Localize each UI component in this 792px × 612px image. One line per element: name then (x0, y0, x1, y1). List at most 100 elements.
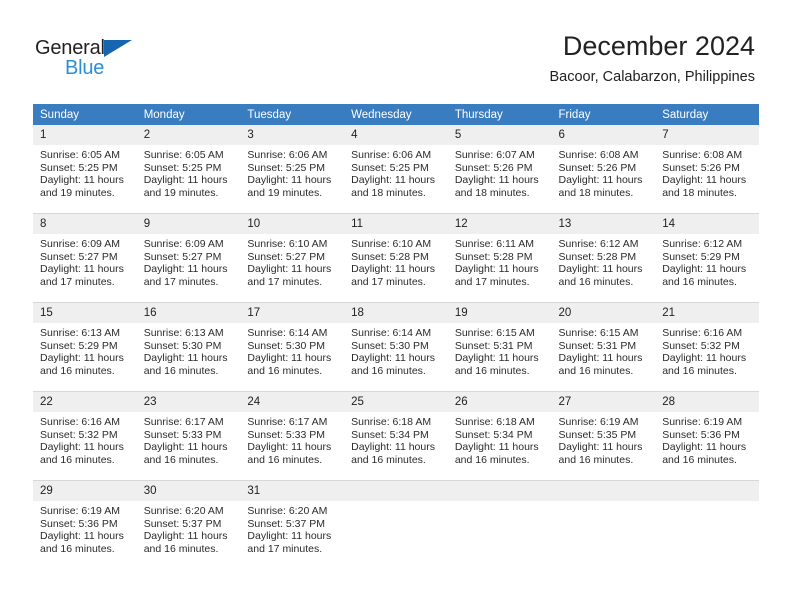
day-cell[interactable]: 6 Sunrise: 6:08 AM Sunset: 5:26 PM Dayli… (551, 125, 656, 214)
daylight-text-line1: Daylight: 11 hours (247, 263, 332, 276)
day-cell[interactable]: 17 Sunrise: 6:14 AM Sunset: 5:30 PM Dayl… (240, 302, 345, 392)
day-number: 29 (33, 481, 137, 501)
calendar-table: Sunday Monday Tuesday Wednesday Thursday… (33, 104, 759, 569)
day-cell[interactable]: 29 Sunrise: 6:19 AM Sunset: 5:36 PM Dayl… (33, 480, 137, 569)
day-cell[interactable]: 3 Sunrise: 6:06 AM Sunset: 5:25 PM Dayli… (240, 125, 345, 214)
logo-top-row: General (35, 36, 215, 60)
day-info: Sunrise: 6:09 AM Sunset: 5:27 PM Dayligh… (137, 234, 241, 288)
general-blue-logo[interactable]: General Blue (35, 36, 215, 86)
sunrise-text: Sunrise: 6:12 AM (558, 238, 639, 250)
day-cell[interactable]: 7 Sunrise: 6:08 AM Sunset: 5:26 PM Dayli… (655, 125, 759, 214)
day-number: 7 (655, 125, 759, 145)
day-number: 9 (136, 214, 241, 234)
day-cell[interactable]: 25 Sunrise: 6:18 AM Sunset: 5:34 PM Dayl… (344, 391, 448, 481)
day-cell[interactable]: 9 Sunrise: 6:09 AM Sunset: 5:27 PM Dayli… (136, 213, 241, 303)
day-number (344, 481, 448, 501)
day-cell[interactable]: 27 Sunrise: 6:19 AM Sunset: 5:35 PM Dayl… (551, 391, 656, 481)
day-cell[interactable]: 16 Sunrise: 6:13 AM Sunset: 5:30 PM Dayl… (136, 302, 241, 392)
sunset-text: Sunset: 5:34 PM (351, 428, 429, 441)
daylight-text-line1: Daylight: 11 hours (662, 174, 747, 187)
day-cell[interactable]: 4 Sunrise: 6:06 AM Sunset: 5:25 PM Dayli… (344, 125, 448, 214)
day-cell[interactable]: 11 Sunrise: 6:10 AM Sunset: 5:28 PM Dayl… (344, 213, 448, 303)
day-number: 16 (136, 303, 241, 323)
day-info: Sunrise: 6:20 AM Sunset: 5:37 PM Dayligh… (240, 501, 344, 555)
day-info: Sunrise: 6:05 AM Sunset: 5:25 PM Dayligh… (33, 145, 137, 199)
calendar-week-row: 29 Sunrise: 6:19 AM Sunset: 5:36 PM Dayl… (33, 480, 759, 569)
day-number: 1 (33, 125, 137, 145)
page-title: December 2024 (562, 31, 755, 61)
day-info: Sunrise: 6:19 AM Sunset: 5:36 PM Dayligh… (33, 501, 137, 555)
sunset-text: Sunset: 5:34 PM (454, 428, 533, 441)
daylight-text-line2: and 17 minutes. (454, 275, 530, 288)
day-info: Sunrise: 6:13 AM Sunset: 5:29 PM Dayligh… (33, 323, 137, 377)
day-cell[interactable]: 10 Sunrise: 6:10 AM Sunset: 5:27 PM Dayl… (240, 213, 345, 303)
day-cell[interactable]: 18 Sunrise: 6:14 AM Sunset: 5:30 PM Dayl… (344, 302, 448, 392)
sunset-text: Sunset: 5:30 PM (351, 339, 429, 352)
sunset-text: Sunset: 5:25 PM (351, 161, 429, 174)
day-number: 14 (655, 214, 759, 234)
day-cell[interactable]: 14 Sunrise: 6:12 AM Sunset: 5:29 PM Dayl… (655, 213, 759, 303)
day-cell[interactable]: 2 Sunrise: 6:05 AM Sunset: 5:25 PM Dayli… (136, 125, 241, 214)
sunset-text: Sunset: 5:25 PM (247, 161, 326, 174)
sunrise-text: Sunrise: 6:11 AM (454, 238, 534, 250)
sunrise-text: Sunrise: 6:19 AM (558, 416, 639, 428)
day-info: Sunrise: 6:11 AM Sunset: 5:28 PM Dayligh… (448, 234, 552, 288)
day-cell[interactable]: 30 Sunrise: 6:20 AM Sunset: 5:37 PM Dayl… (136, 480, 241, 569)
day-info: Sunrise: 6:18 AM Sunset: 5:34 PM Dayligh… (448, 412, 552, 466)
sunset-text: Sunset: 5:27 PM (40, 250, 118, 263)
day-cell[interactable]: 24 Sunrise: 6:17 AM Sunset: 5:33 PM Dayl… (240, 391, 345, 481)
logo-triangle-icon (104, 40, 132, 57)
daylight-text-line2: and 16 minutes. (40, 364, 115, 377)
day-cell[interactable]: 23 Sunrise: 6:17 AM Sunset: 5:33 PM Dayl… (136, 391, 241, 481)
day-info: Sunrise: 6:06 AM Sunset: 5:25 PM Dayligh… (240, 145, 344, 199)
day-number: 5 (447, 125, 552, 145)
day-cell[interactable]: 19 Sunrise: 6:15 AM Sunset: 5:31 PM Dayl… (447, 302, 552, 392)
daylight-text-line2: and 16 minutes. (558, 275, 634, 288)
daylight-text-line1: Daylight: 11 hours (247, 352, 332, 365)
sunrise-text: Sunrise: 6:13 AM (143, 327, 224, 339)
daylight-text-line2: and 16 minutes. (143, 453, 219, 466)
day-cell[interactable]: 26 Sunrise: 6:18 AM Sunset: 5:34 PM Dayl… (447, 391, 552, 481)
daylight-text-line1: Daylight: 11 hours (454, 174, 539, 187)
day-cell[interactable]: 28 Sunrise: 6:19 AM Sunset: 5:36 PM Dayl… (655, 391, 759, 481)
day-info: Sunrise: 6:05 AM Sunset: 5:25 PM Dayligh… (137, 145, 241, 199)
day-cell-empty (551, 480, 656, 569)
daylight-text-line1: Daylight: 11 hours (40, 352, 124, 365)
daylight-text-line1: Daylight: 11 hours (558, 441, 643, 454)
daylight-text-line2: and 17 minutes. (143, 275, 219, 288)
day-cell[interactable]: 21 Sunrise: 6:16 AM Sunset: 5:32 PM Dayl… (655, 302, 759, 392)
sunrise-text: Sunrise: 6:05 AM (143, 149, 224, 161)
day-cell[interactable]: 5 Sunrise: 6:07 AM Sunset: 5:26 PM Dayli… (447, 125, 552, 214)
sunrise-text: Sunrise: 6:10 AM (351, 238, 432, 250)
day-cell[interactable]: 12 Sunrise: 6:11 AM Sunset: 5:28 PM Dayl… (447, 213, 552, 303)
day-cell[interactable]: 22 Sunrise: 6:16 AM Sunset: 5:32 PM Dayl… (33, 391, 137, 481)
weekday-header-monday: Monday (136, 104, 241, 125)
day-cell[interactable]: 20 Sunrise: 6:15 AM Sunset: 5:31 PM Dayl… (551, 302, 656, 392)
daylight-text-line2: and 17 minutes. (40, 275, 115, 288)
weekday-header-thursday: Thursday (447, 104, 552, 125)
sunset-text: Sunset: 5:35 PM (558, 428, 637, 441)
daylight-text-line2: and 16 minutes. (662, 364, 737, 377)
day-number: 6 (551, 125, 656, 145)
sunset-text: Sunset: 5:32 PM (40, 428, 118, 441)
calendar-page: General Blue December 2024 Bacoor, Calab… (0, 0, 792, 612)
sunrise-text: Sunrise: 6:06 AM (247, 149, 328, 161)
day-cell[interactable]: 1 Sunrise: 6:05 AM Sunset: 5:25 PM Dayli… (33, 125, 137, 214)
daylight-text-line1: Daylight: 11 hours (662, 352, 747, 365)
sunrise-text: Sunrise: 6:18 AM (351, 416, 432, 428)
sunset-text: Sunset: 5:30 PM (247, 339, 326, 352)
day-number: 23 (136, 392, 241, 412)
daylight-text-line2: and 17 minutes. (247, 275, 323, 288)
sunrise-text: Sunrise: 6:17 AM (143, 416, 224, 428)
sunrise-text: Sunrise: 6:15 AM (558, 327, 639, 339)
day-cell[interactable]: 31 Sunrise: 6:20 AM Sunset: 5:37 PM Dayl… (240, 480, 345, 569)
daylight-text-line2: and 16 minutes. (247, 453, 323, 466)
day-cell[interactable]: 8 Sunrise: 6:09 AM Sunset: 5:27 PM Dayli… (33, 213, 137, 303)
calendar-week-row: 1 Sunrise: 6:05 AM Sunset: 5:25 PM Dayli… (33, 125, 759, 214)
day-cell-empty (344, 480, 448, 569)
day-info: Sunrise: 6:15 AM Sunset: 5:31 PM Dayligh… (552, 323, 656, 377)
day-cell[interactable]: 13 Sunrise: 6:12 AM Sunset: 5:28 PM Dayl… (551, 213, 656, 303)
day-number (551, 481, 656, 501)
day-cell[interactable]: 15 Sunrise: 6:13 AM Sunset: 5:29 PM Dayl… (33, 302, 137, 392)
sunrise-text: Sunrise: 6:15 AM (454, 327, 535, 339)
